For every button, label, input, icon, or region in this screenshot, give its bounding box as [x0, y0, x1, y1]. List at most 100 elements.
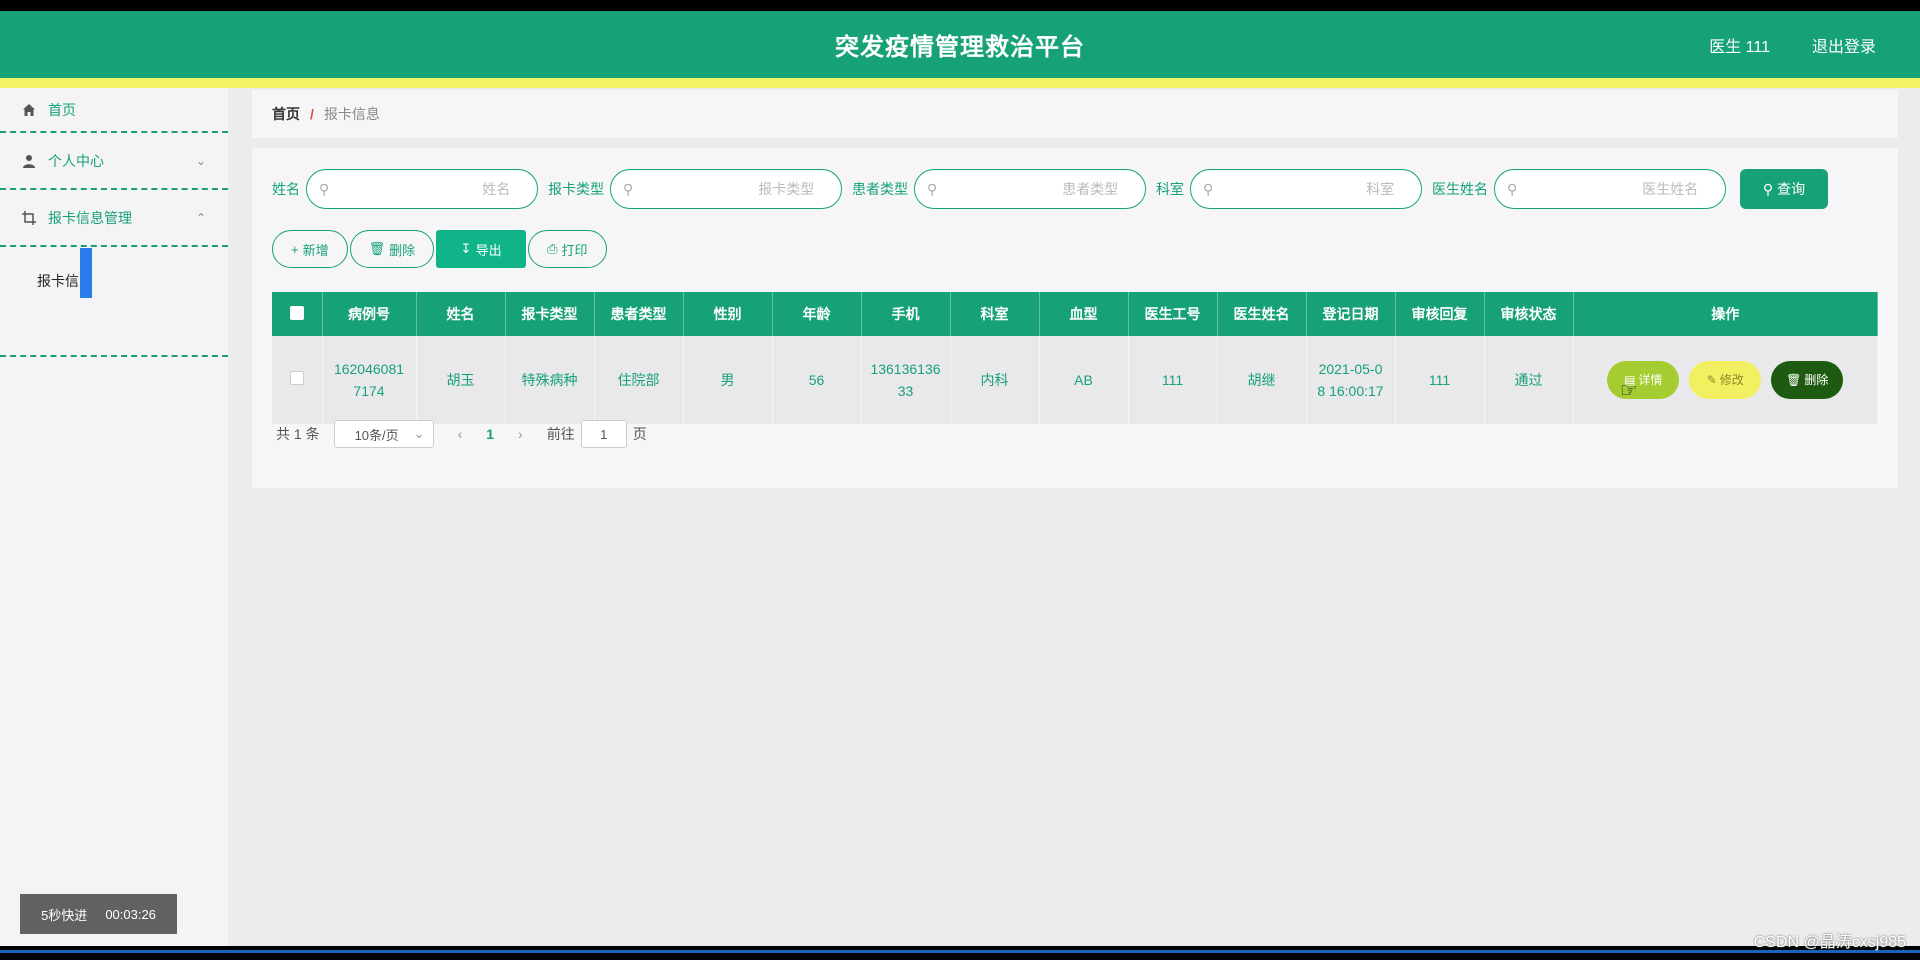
- search-icon: ⚲: [927, 180, 938, 197]
- goto-page-input[interactable]: 1: [580, 420, 627, 448]
- query-button[interactable]: ⚲ 查询: [1740, 169, 1828, 209]
- search-field-doctor[interactable]: ⚲: [1494, 169, 1726, 209]
- table-header-row: 病例号 姓名 报卡类型 患者类型 性别 年龄 手机 科室 血型 医生工号 医生姓…: [272, 292, 1878, 336]
- sidebar-subitem-card-info[interactable]: 报卡信息: [0, 247, 228, 357]
- home-icon: [20, 101, 38, 119]
- add-button[interactable]: + 新增: [272, 230, 348, 268]
- column-header[interactable]: 年龄: [772, 292, 862, 336]
- header-accent-strip: [0, 78, 1920, 88]
- sidebar-item-home[interactable]: 首页: [0, 88, 228, 133]
- search-icon: ⚲: [1762, 180, 1774, 197]
- fast-forward-label: 5秒快进: [41, 907, 88, 923]
- search-bar: 姓名 ⚲ 报卡类型 ⚲ 患者类型 ⚲ 科室 ⚲ 医生姓名 ⚲: [272, 168, 1828, 210]
- column-header[interactable]: 医生工号: [1128, 292, 1218, 336]
- row-checkbox[interactable]: [289, 371, 304, 385]
- search-icon: ⚲: [1507, 180, 1518, 197]
- app-header: 突发疫情管理救治平台 医生 111 退出登录: [0, 11, 1920, 78]
- column-header[interactable]: 科室: [950, 292, 1040, 336]
- hand-cursor-icon: ☞: [1620, 380, 1638, 402]
- column-header[interactable]: 登记日期: [1306, 292, 1396, 336]
- add-button-label: 新增: [302, 242, 329, 258]
- row-select-cell[interactable]: [272, 336, 323, 424]
- goto-suffix: 页: [632, 426, 647, 442]
- cell-ops: ▤ 详情 ✎ 修改 🗑 删除: [1573, 336, 1878, 424]
- sidebar-item-card-management[interactable]: 报卡信息管理 ⌃: [0, 190, 228, 247]
- row-delete-label: 删除: [1804, 373, 1829, 387]
- doctor-name-input[interactable]: [1517, 181, 1699, 197]
- breadcrumb-home[interactable]: 首页: [272, 104, 300, 124]
- batch-delete-button[interactable]: 🗑 删除: [349, 230, 435, 268]
- sidebar-item-label: 报卡信息管理: [48, 209, 132, 226]
- current-page[interactable]: 1: [486, 426, 494, 442]
- export-button-label: 导出: [475, 242, 502, 258]
- column-header: 操作: [1573, 292, 1878, 336]
- dept-input[interactable]: [1213, 181, 1395, 197]
- cell-date: 2021-05-08 16:00:17: [1306, 336, 1396, 424]
- pencil-icon: ✎: [1706, 373, 1717, 387]
- edit-button-label: 修改: [1719, 373, 1744, 387]
- column-header[interactable]: 病例号: [322, 292, 417, 336]
- video-progress-line: [0, 950, 1920, 953]
- text-cursor-highlight: [80, 248, 92, 298]
- column-header[interactable]: 审核状态: [1484, 292, 1574, 336]
- export-button[interactable]: ↧ 导出: [436, 230, 527, 268]
- prev-page-button[interactable]: ‹: [458, 426, 463, 442]
- patient-type-input[interactable]: [937, 181, 1119, 197]
- sidebar-item-label: 首页: [48, 101, 76, 118]
- column-header[interactable]: 手机: [861, 292, 951, 336]
- cell-patient-type: 住院部: [594, 336, 684, 424]
- select-all-checkbox[interactable]: [289, 305, 304, 320]
- breadcrumb: 首页 / 报卡信息: [252, 90, 1898, 138]
- row-delete-button[interactable]: 🗑 删除: [1771, 361, 1844, 399]
- current-user: 医生 111: [1709, 39, 1770, 56]
- detail-button-label: 详情: [1638, 373, 1663, 387]
- print-button[interactable]: ⎙ 打印: [528, 230, 607, 268]
- name-input[interactable]: [329, 181, 511, 197]
- main-content: 首页 / 报卡信息 姓名 ⚲ 报卡类型 ⚲ 患者类型 ⚲ 科室 ⚲: [228, 88, 1920, 946]
- crop-icon: [20, 209, 38, 227]
- search-label-patient-type: 患者类型: [852, 181, 908, 197]
- phone-text: 13613613633: [870, 361, 941, 399]
- cell-age: 56: [772, 336, 862, 424]
- column-header[interactable]: 医生姓名: [1217, 292, 1307, 336]
- cell-phone: 13613613633: [861, 336, 951, 424]
- top-black-bar: [0, 0, 1920, 11]
- search-field-patient-type[interactable]: ⚲: [914, 169, 1146, 209]
- column-header[interactable]: 性别: [683, 292, 773, 336]
- page-size-select[interactable]: 10条/页 ⌄: [333, 420, 434, 448]
- trash-icon: 🗑: [1786, 373, 1802, 387]
- bottom-black-bar: [0, 946, 1920, 960]
- column-header[interactable]: 血型: [1039, 292, 1129, 336]
- sidebar: 首页 个人中心 ⌄ 报卡信息管理 ⌃ 报卡信息: [0, 88, 228, 946]
- chevron-down-icon: ⌄: [195, 153, 206, 168]
- video-timestamp: 00:03:26: [105, 906, 156, 922]
- card-type-input[interactable]: [633, 181, 815, 197]
- search-field-card-type[interactable]: ⚲: [610, 169, 842, 209]
- search-label-card-type: 报卡类型: [548, 181, 604, 197]
- search-icon: ⚲: [623, 180, 634, 197]
- select-all-cell[interactable]: [272, 292, 323, 336]
- cell-name: 胡玉: [416, 336, 506, 424]
- search-field-name[interactable]: ⚲: [306, 169, 538, 209]
- detail-button[interactable]: ▤ 详情: [1607, 361, 1680, 399]
- column-header[interactable]: 报卡类型: [505, 292, 595, 336]
- cell-reply: 111: [1395, 336, 1485, 424]
- content-panel: 姓名 ⚲ 报卡类型 ⚲ 患者类型 ⚲ 科室 ⚲ 医生姓名 ⚲: [252, 148, 1898, 488]
- print-button-label: 打印: [561, 242, 588, 258]
- next-page-button[interactable]: ›: [518, 426, 523, 442]
- video-overlay-badge: 5秒快进 00:03:26: [20, 894, 177, 934]
- cell-doctor-id: 111: [1128, 336, 1218, 424]
- column-header[interactable]: 患者类型: [594, 292, 684, 336]
- column-header[interactable]: 姓名: [416, 292, 506, 336]
- user-icon: [20, 152, 38, 170]
- search-field-dept[interactable]: ⚲: [1190, 169, 1422, 209]
- sidebar-item-profile[interactable]: 个人中心 ⌄: [0, 133, 228, 190]
- trash-icon: 🗑: [368, 241, 386, 256]
- edit-button[interactable]: ✎ 修改: [1689, 361, 1762, 399]
- action-toolbar: + 新增 🗑 删除 ↧ 导出 ⎙ 打印: [272, 230, 607, 268]
- cell-dept: 内科: [950, 336, 1040, 424]
- query-button-label: 查询: [1777, 181, 1806, 197]
- cell-case-no: 1620460817174: [322, 336, 417, 424]
- logout-link[interactable]: 退出登录: [1812, 33, 1876, 57]
- column-header[interactable]: 审核回复: [1395, 292, 1485, 336]
